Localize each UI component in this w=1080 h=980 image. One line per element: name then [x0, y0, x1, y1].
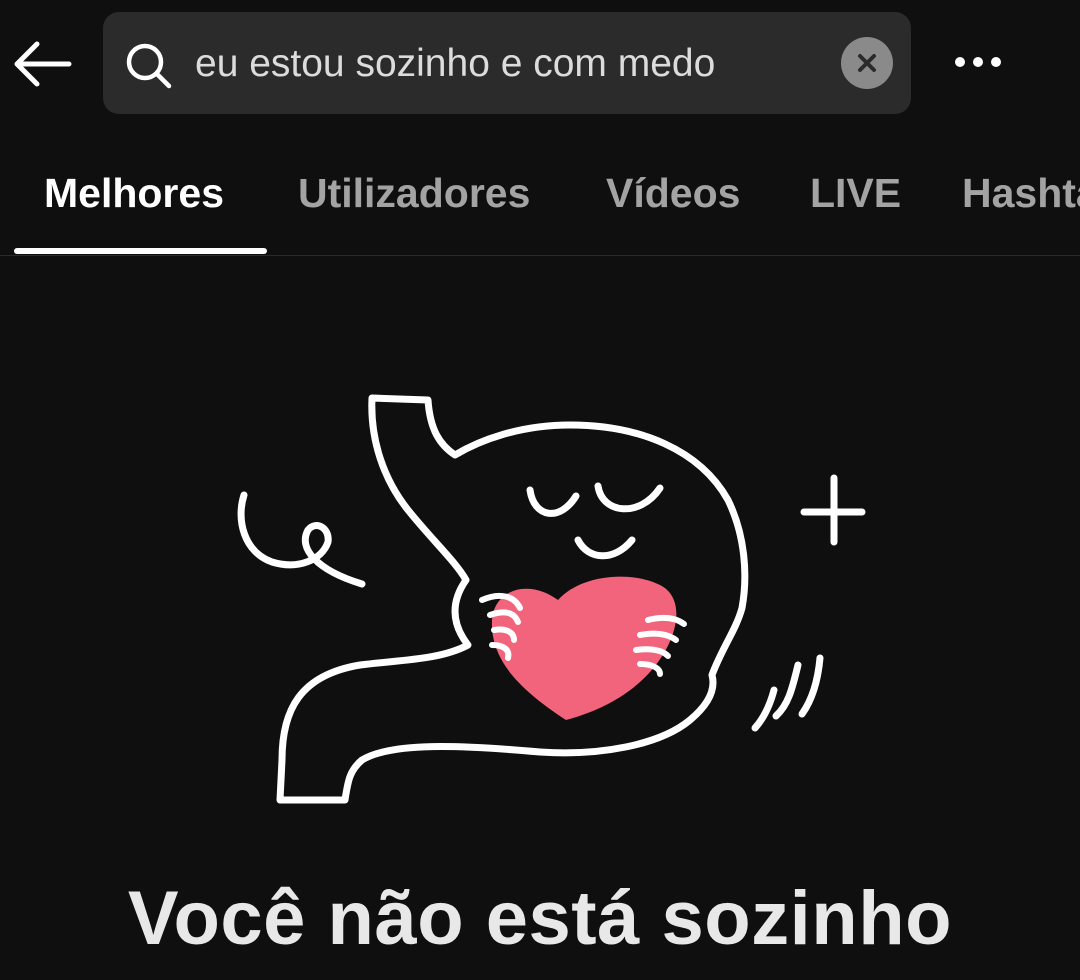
- tab-videos[interactable]: Vídeos: [606, 170, 740, 217]
- support-message-headline: Você não está sozinho: [127, 876, 953, 961]
- more-options-button[interactable]: [938, 36, 1018, 88]
- more-horizontal-icon: [955, 57, 965, 67]
- tab-live[interactable]: LIVE: [810, 170, 901, 217]
- clear-search-button[interactable]: [841, 37, 893, 89]
- search-icon: [126, 43, 172, 89]
- tab-hashtags[interactable]: Hashtags: [962, 170, 1080, 217]
- search-input[interactable]: [195, 36, 825, 92]
- close-icon: [858, 54, 876, 72]
- active-tab-indicator: [14, 248, 267, 254]
- more-horizontal-icon-dot: [991, 57, 1001, 67]
- more-horizontal-icon-dot: [973, 57, 983, 67]
- tab-melhores[interactable]: Melhores: [44, 170, 224, 217]
- stomach-hugging-heart-illustration: [237, 394, 866, 804]
- arrow-left-icon: [14, 41, 72, 87]
- search-bar[interactable]: [103, 12, 911, 114]
- tab-utilizadores[interactable]: Utilizadores: [298, 170, 530, 217]
- top-bar: [0, 0, 1080, 130]
- back-button[interactable]: [6, 34, 76, 94]
- search-tabs: Melhores Utilizadores Vídeos LIVE Hashta…: [0, 140, 1080, 256]
